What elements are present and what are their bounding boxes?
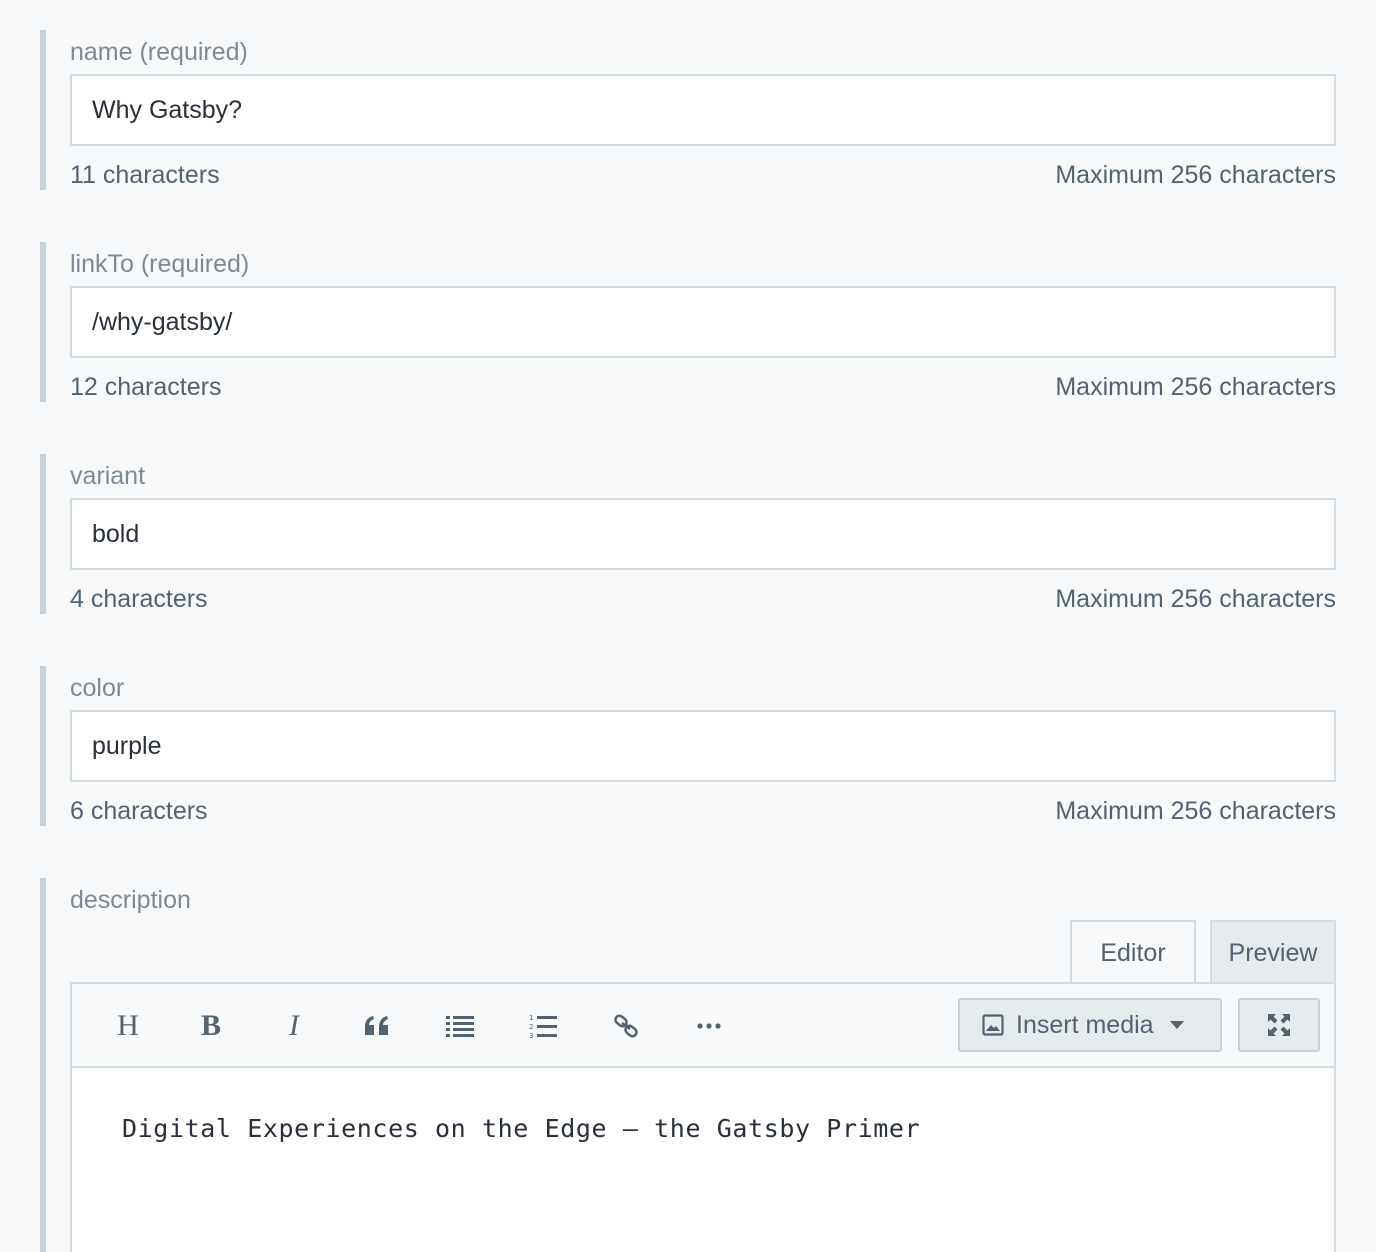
chevron-down-icon [1169,1021,1184,1029]
character-counter: 4 characters Maximum 256 characters [70,584,1336,614]
field-description: description Editor Preview H B I 1 2 3 I… [40,878,1336,1252]
svg-text:1: 1 [529,1014,533,1022]
field-link-to: linkTo (required) 12 characters Maximum … [40,242,1336,402]
ordered-list-button[interactable]: 1 2 3 [521,1004,565,1048]
character-max: Maximum 256 characters [1055,585,1336,613]
character-counter: 12 characters Maximum 256 characters [70,372,1336,402]
field-name: name (required) 11 characters Maximum 25… [40,30,1336,190]
field-label: linkTo (required) [70,250,250,278]
svg-text:2: 2 [529,1023,533,1031]
character-max: Maximum 256 characters [1055,161,1336,189]
quote-icon [365,1016,388,1035]
fullscreen-icon [1268,1014,1290,1036]
link-button[interactable] [604,1004,648,1048]
color-input[interactable] [70,710,1336,782]
quote-button[interactable] [355,1004,399,1048]
insert-media-label: Insert media [1016,1010,1154,1039]
bold-icon: B [200,1009,221,1042]
editor-content[interactable]: Digital Experiences on the Edge – the Ga… [122,1114,920,1143]
tab-preview[interactable]: Preview [1210,920,1336,984]
ordered-list-icon: 1 2 3 [529,1014,557,1039]
field-variant: variant 4 characters Maximum 256 charact… [40,454,1336,614]
tab-editor[interactable]: Editor [1070,920,1196,984]
name-input[interactable] [70,74,1336,146]
more-icon [697,1023,721,1029]
editor-toolbar: H B I 1 2 3 Insert media [72,984,1334,1068]
link-to-input[interactable] [70,286,1336,358]
field-label: description [70,886,191,914]
more-button[interactable] [687,1004,731,1048]
svg-text:3: 3 [529,1032,533,1039]
character-count: 4 characters [70,585,208,613]
italic-icon: I [289,1009,299,1042]
field-color: color 6 characters Maximum 256 character… [40,666,1336,826]
character-count: 11 characters [70,161,220,189]
link-icon [614,1014,638,1038]
image-icon [982,1014,1004,1036]
unordered-list-button[interactable] [438,1004,482,1048]
character-max: Maximum 256 characters [1055,797,1336,825]
field-label: color [70,674,125,702]
unordered-list-icon [446,1016,474,1037]
entry-editor: name (required) 11 characters Maximum 25… [0,0,1376,1252]
variant-input[interactable] [70,498,1336,570]
insert-media-button[interactable]: Insert media [958,998,1222,1052]
heading-icon: H [117,1009,139,1042]
character-counter: 6 characters Maximum 256 characters [70,796,1336,826]
character-count: 6 characters [70,797,208,825]
fullscreen-button[interactable] [1238,998,1320,1052]
character-max: Maximum 256 characters [1055,373,1336,401]
character-counter: 11 characters Maximum 256 characters [70,160,1336,190]
character-count: 12 characters [70,373,222,401]
heading-button[interactable]: H [106,1004,150,1048]
markdown-editor: H B I 1 2 3 Insert media Digital Experie… [70,982,1336,1252]
italic-button[interactable]: I [272,1004,316,1048]
field-label: name (required) [70,38,248,66]
bold-button[interactable]: B [189,1004,233,1048]
field-label: variant [70,462,146,490]
